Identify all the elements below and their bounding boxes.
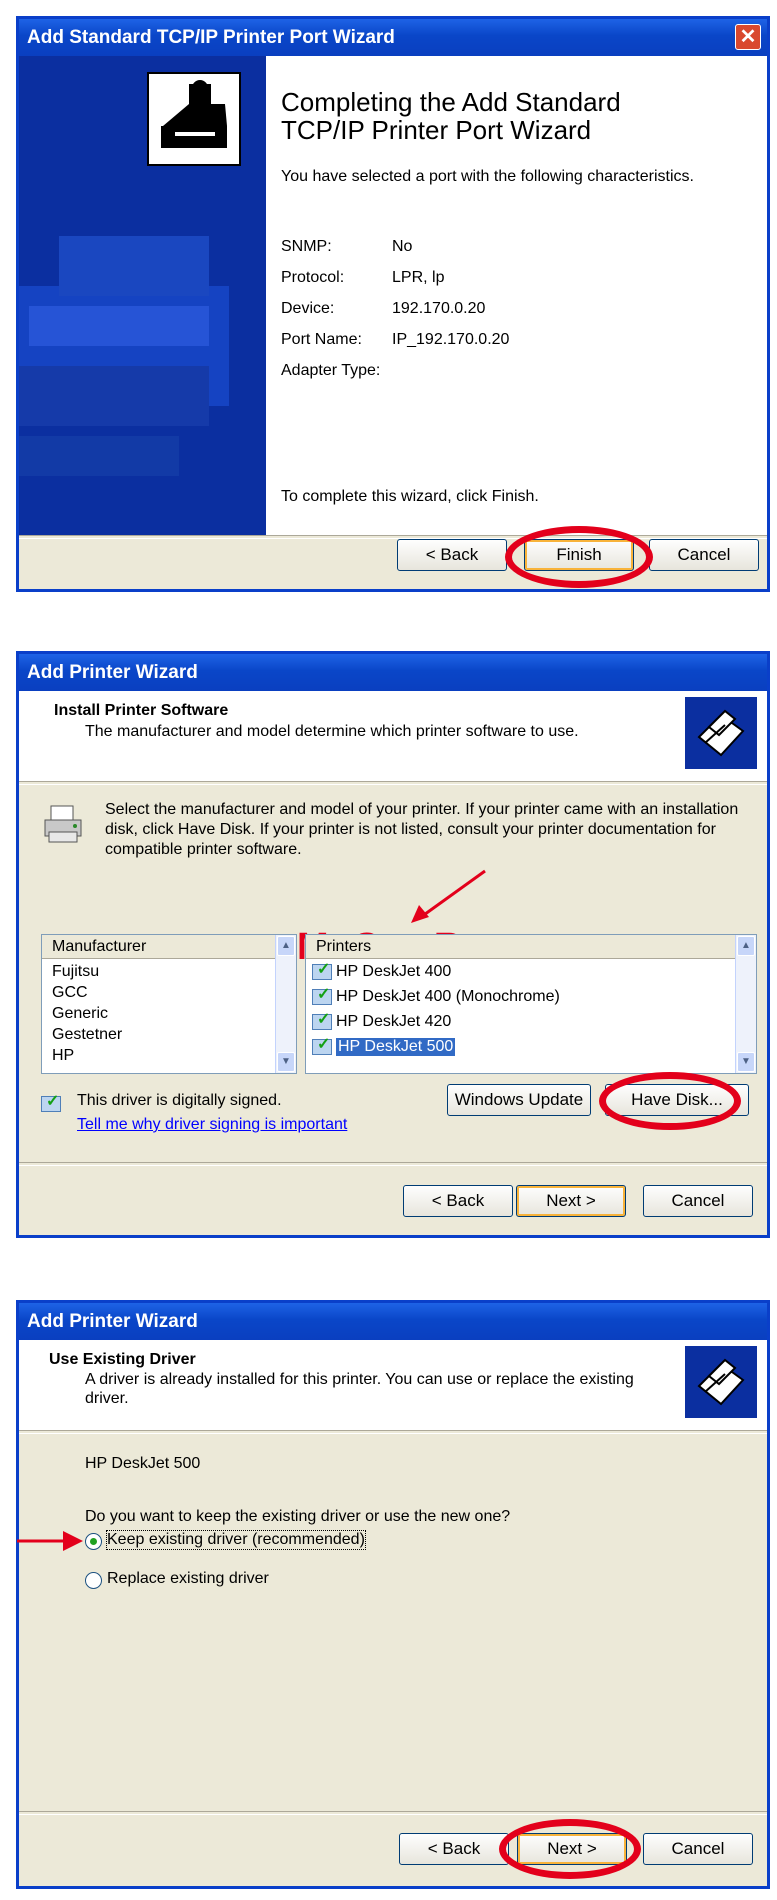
replace-driver-label[interactable]: Replace existing driver xyxy=(107,1570,269,1588)
list-item[interactable]: Fujitsu xyxy=(52,963,99,981)
printer-header-icon xyxy=(685,697,757,769)
finish-instruction: To complete this wizard, click Finish. xyxy=(281,488,539,505)
heading-line-1: Completing the Add Standard xyxy=(281,87,621,117)
driver-signing-link[interactable]: Tell me why driver signing is important xyxy=(77,1116,347,1134)
header-subtitle: A driver is already installed for this p… xyxy=(85,1371,634,1407)
red-arrow-pointer xyxy=(407,867,489,932)
printer-icon xyxy=(41,802,85,846)
keep-driver-option[interactable]: Keep existing driver (recommended) xyxy=(85,1530,385,1553)
footer-separator xyxy=(19,1162,767,1166)
have-disk-button[interactable]: Have Disk... xyxy=(605,1084,749,1116)
wizard-header: Install Printer Software The manufacture… xyxy=(19,691,767,781)
driver-icon xyxy=(312,984,332,1005)
list-item[interactable]: Generic xyxy=(52,1005,108,1023)
cancel-button[interactable]: Cancel xyxy=(649,539,759,571)
driver-icon xyxy=(312,1034,332,1055)
manufacturer-column-header[interactable]: Manufacturer xyxy=(42,935,278,959)
cancel-button[interactable]: Cancel xyxy=(643,1833,753,1865)
header-title: Install Printer Software xyxy=(54,702,229,719)
protocol-label: Protocol: xyxy=(281,269,345,286)
add-printer-titlebar[interactable]: Add Printer Wizard xyxy=(19,1303,767,1340)
wizard-side-panel xyxy=(19,56,266,536)
list-item-selected[interactable]: HP DeskJet 500 xyxy=(312,1034,456,1056)
scroll-down-icon[interactable]: ▼ xyxy=(737,1052,755,1072)
list-item-selected[interactable]: HP xyxy=(52,1047,74,1065)
use-existing-driver-window: Add Printer Wizard Use Existing Driver A… xyxy=(16,1300,770,1889)
port-wizard-titlebar[interactable]: Add Standard TCP/IP Printer Port Wizard … xyxy=(19,19,767,56)
window-title: Add Printer Wizard xyxy=(27,662,198,683)
port-name-value: IP_192.170.0.20 xyxy=(392,331,510,348)
replace-driver-option[interactable]: Replace existing driver xyxy=(85,1570,385,1592)
window-title: Add Standard TCP/IP Printer Port Wizard xyxy=(27,27,395,48)
printer-name: HP DeskJet 400 xyxy=(336,963,452,980)
scroll-up-icon[interactable]: ▲ xyxy=(737,936,755,956)
printers-column-header[interactable]: Printers xyxy=(306,935,738,959)
keep-driver-radio[interactable] xyxy=(85,1533,102,1550)
close-icon: ✕ xyxy=(739,26,757,48)
manufacturer-list[interactable]: Manufacturer Fujitsu GCC Generic Gestetn… xyxy=(41,934,297,1074)
snmp-value: No xyxy=(392,238,413,255)
back-button[interactable]: < Back xyxy=(397,539,507,571)
keep-driver-label[interactable]: Keep existing driver (recommended) xyxy=(106,1530,366,1550)
list-item[interactable]: GCC xyxy=(52,984,88,1002)
signed-driver-text: This driver is digitally signed. xyxy=(77,1092,282,1109)
printers-scrollbar[interactable]: ▲ ▼ xyxy=(735,935,756,1073)
finish-button[interactable]: Finish xyxy=(524,539,634,571)
port-wizard-window: Add Standard TCP/IP Printer Port Wizard … xyxy=(16,16,770,592)
windows-update-button[interactable]: Windows Update xyxy=(447,1084,591,1116)
heading-line-2: TCP/IP Printer Port Wizard xyxy=(281,115,592,145)
cancel-button[interactable]: Cancel xyxy=(643,1185,753,1217)
printer-name: HP DeskJet 400 (Monochrome) xyxy=(336,988,560,1005)
printers-list[interactable]: Printers HP DeskJet 400 HP DeskJet 400 (… xyxy=(305,934,757,1074)
scroll-up-icon[interactable]: ▲ xyxy=(277,936,295,956)
next-button[interactable]: Next > xyxy=(516,1185,626,1217)
header-separator xyxy=(19,1430,767,1434)
signed-driver-icon xyxy=(41,1091,61,1112)
intro-text: You have selected a port with the follow… xyxy=(281,168,694,185)
completion-heading: Completing the Add Standard TCP/IP Print… xyxy=(281,88,621,144)
protocol-value: LPR, lp xyxy=(392,269,445,286)
printer-header-icon xyxy=(685,1346,757,1418)
footer-separator xyxy=(19,1811,767,1815)
window-title: Add Printer Wizard xyxy=(27,1311,198,1332)
printer-name-text: HP DeskJet 500 xyxy=(85,1455,201,1472)
wizard-content: Completing the Add Standard TCP/IP Print… xyxy=(266,56,767,536)
close-button[interactable]: ✕ xyxy=(735,24,761,50)
replace-driver-radio[interactable] xyxy=(85,1572,102,1589)
driver-icon xyxy=(312,1009,332,1030)
red-arrow-pointer xyxy=(17,1529,85,1558)
add-printer-titlebar[interactable]: Add Printer Wizard xyxy=(19,654,767,691)
list-item[interactable]: Gestetner xyxy=(52,1026,122,1044)
printer-port-icon xyxy=(147,72,241,166)
list-item[interactable]: HP DeskJet 420 xyxy=(312,1009,452,1031)
wizard-header: Use Existing Driver A driver is already … xyxy=(19,1340,767,1430)
driver-question: Do you want to keep the existing driver … xyxy=(85,1508,511,1525)
device-value: 192.170.0.20 xyxy=(392,300,486,317)
header-subtitle: The manufacturer and model determine whi… xyxy=(85,723,579,740)
adapter-type-label: Adapter Type: xyxy=(281,362,381,379)
port-name-label: Port Name: xyxy=(281,331,362,348)
header-separator xyxy=(19,781,767,785)
back-button[interactable]: < Back xyxy=(403,1185,513,1217)
device-label: Device: xyxy=(281,300,335,317)
next-button[interactable]: Next > xyxy=(517,1833,627,1865)
back-button[interactable]: < Back xyxy=(399,1833,509,1865)
list-item[interactable]: HP DeskJet 400 (Monochrome) xyxy=(312,984,560,1006)
snmp-label: SNMP: xyxy=(281,238,332,255)
scroll-down-icon[interactable]: ▼ xyxy=(277,1052,295,1072)
list-item[interactable]: HP DeskJet 400 xyxy=(312,959,452,981)
manufacturer-scrollbar[interactable]: ▲ ▼ xyxy=(275,935,296,1073)
driver-icon xyxy=(312,959,332,980)
selection-description: Select the manufacturer and model of you… xyxy=(105,801,739,858)
add-printer-wizard-window: Add Printer Wizard Install Printer Softw… xyxy=(16,651,770,1238)
printer-name: HP DeskJet 500 xyxy=(336,1038,456,1056)
printer-name: HP DeskJet 420 xyxy=(336,1013,452,1030)
header-title: Use Existing Driver xyxy=(49,1351,196,1368)
